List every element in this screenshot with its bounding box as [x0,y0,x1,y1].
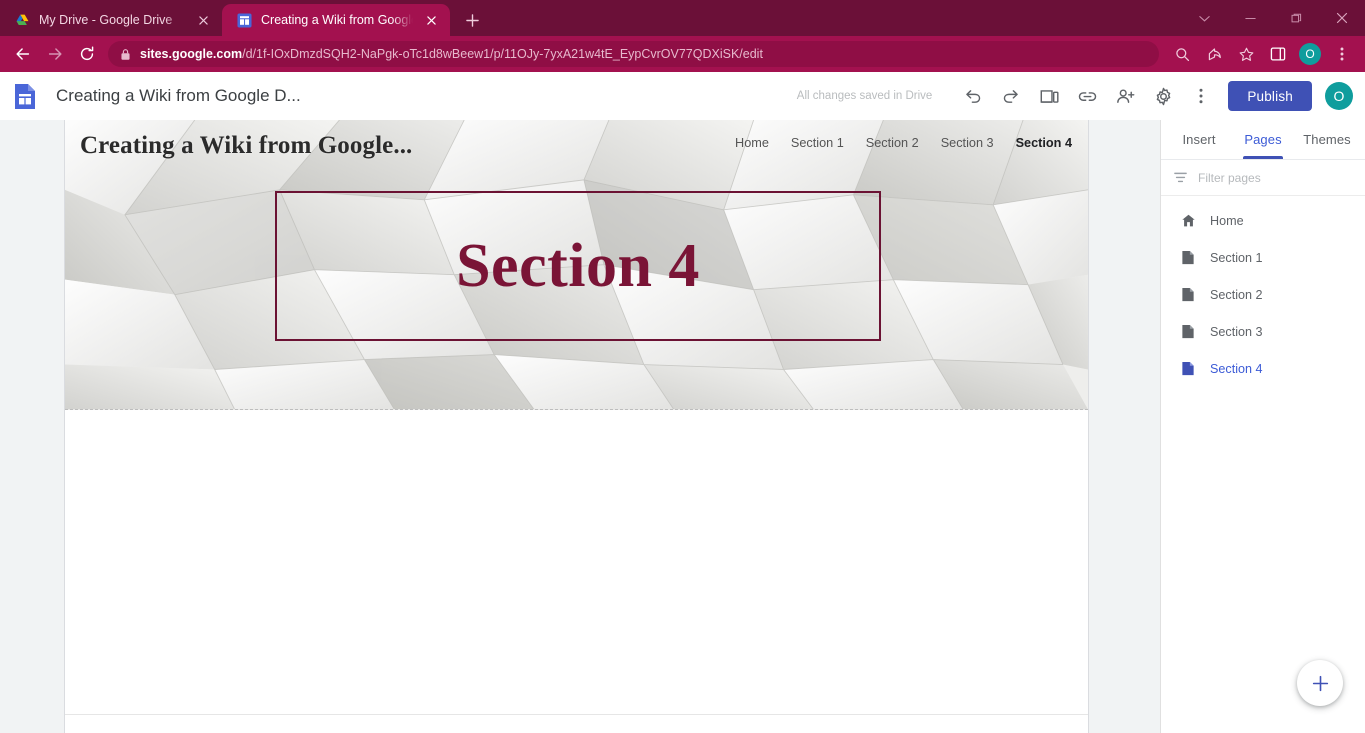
filter-pages-row[interactable]: Filter pages [1161,160,1365,196]
browser-tab-drive[interactable]: My Drive - Google Drive [0,4,222,36]
nav-link-section-3[interactable]: Section 3 [941,136,994,150]
add-page-button[interactable] [1297,660,1343,706]
page-list-item-home[interactable]: Home [1161,202,1365,239]
google-drive-icon [14,12,30,28]
close-icon[interactable] [422,11,440,29]
tab-title: My Drive - Google Drive [39,13,173,27]
page-item-label: Section 2 [1210,287,1263,302]
google-sites-logo-icon[interactable] [14,83,36,110]
page-title[interactable]: Creating a Wiki from Google D... [56,86,301,106]
page-item-label: Section 3 [1210,324,1263,339]
forward-icon[interactable] [40,39,70,69]
close-icon[interactable] [1319,0,1365,36]
site-canvas: Creating a Wiki from Google... Home Sect… [64,120,1089,733]
nav-link-section-4[interactable]: Section 4 [1016,136,1072,150]
search-icon[interactable] [1167,39,1197,69]
three-dot-menu-icon[interactable] [1327,39,1357,69]
page-icon [1181,250,1197,266]
section-heading[interactable]: Section 4 [456,235,700,297]
site-canvas-area: Creating a Wiki from Google... Home Sect… [0,120,1160,733]
tab-insert[interactable]: Insert [1167,120,1231,159]
page-list-item-section-1[interactable]: Section 1 [1161,239,1365,276]
share-with-others-icon[interactable] [1106,77,1144,115]
maximize-icon[interactable] [1273,0,1319,36]
pages-list: Home Section 1 Section 2 Section 3 Secti… [1161,196,1365,733]
site-banner[interactable]: Creating a Wiki from Google... Home Sect… [65,120,1088,410]
nav-link-section-1[interactable]: Section 1 [791,136,844,150]
home-icon [1181,213,1197,229]
page-icon [1181,287,1197,303]
tab-themes[interactable]: Themes [1295,120,1359,159]
address-bar[interactable]: sites.google.com/d/1f-IOxDmzdSQH2-NaPgk-… [108,41,1159,67]
page-item-label: Section 4 [1210,361,1263,376]
save-status: All changes saved in Drive [796,90,933,102]
reload-icon[interactable] [72,39,102,69]
tab-pages[interactable]: Pages [1231,120,1295,159]
filter-icon [1173,170,1188,185]
editor-body: Creating a Wiki from Google... Home Sect… [0,120,1365,733]
url-text: sites.google.com/d/1f-IOxDmzdSQH2-NaPgk-… [140,41,763,67]
publish-button[interactable]: Publish [1228,81,1312,111]
more-options-icon[interactable] [1182,77,1220,115]
side-panel-icon[interactable] [1263,39,1293,69]
url-domain: sites.google.com [140,47,243,61]
page-content-section[interactable] [65,410,1088,715]
copy-link-icon[interactable] [1068,77,1106,115]
page-icon [1181,324,1197,340]
sites-header-bar: Creating a Wiki from Google D... All cha… [0,72,1365,120]
lock-icon [120,48,131,61]
redo-icon[interactable] [992,77,1030,115]
browser-profile-avatar[interactable]: O [1299,43,1321,65]
browser-tab-sites[interactable]: Creating a Wiki from Google Doc [222,4,450,36]
close-icon[interactable] [194,11,212,29]
settings-gear-icon[interactable] [1144,77,1182,115]
page-list-item-section-2[interactable]: Section 2 [1161,276,1365,313]
browser-window: My Drive - Google Drive Creating a Wiki … [0,0,1365,733]
right-side-panel: Insert Pages Themes Filter pages Home Se… [1160,120,1365,733]
page-item-label: Section 1 [1210,250,1263,265]
filter-pages-placeholder: Filter pages [1198,170,1261,185]
site-navigation: Home Section 1 Section 2 Section 3 Secti… [735,136,1072,150]
browser-toolbar: sites.google.com/d/1f-IOxDmzdSQH2-NaPgk-… [0,36,1365,72]
plus-icon [1312,675,1328,691]
chevron-down-icon[interactable] [1181,0,1227,36]
new-tab-button[interactable] [458,6,486,34]
preview-icon[interactable] [1030,77,1068,115]
tab-strip: My Drive - Google Drive Creating a Wiki … [0,0,1365,36]
url-path: /d/1f-IOxDmzdSQH2-NaPgk-oTc1d8wBeew1/p/1… [242,47,763,61]
site-banner-title[interactable]: Creating a Wiki from Google... [80,132,412,160]
toolbar-actions: O [1167,39,1357,69]
bookmark-star-icon[interactable] [1231,39,1261,69]
tab-title: Creating a Wiki from Google Doc [261,13,413,27]
nav-link-home[interactable]: Home [735,136,769,150]
page-list-item-section-4[interactable]: Section 4 [1161,350,1365,387]
back-icon[interactable] [8,39,38,69]
minimize-icon[interactable] [1227,0,1273,36]
share-icon[interactable] [1199,39,1229,69]
panel-tab-bar: Insert Pages Themes [1161,120,1365,160]
page-icon [1181,361,1197,377]
page-item-label: Home [1210,213,1244,228]
google-sites-editor: Creating a Wiki from Google D... All cha… [0,72,1365,733]
google-sites-icon [236,12,252,28]
window-controls [1181,0,1365,36]
page-list-item-section-3[interactable]: Section 3 [1161,313,1365,350]
undo-icon[interactable] [954,77,992,115]
section-title-selection-box[interactable]: Section 4 [275,191,881,341]
account-avatar[interactable]: O [1325,82,1353,110]
nav-link-section-2[interactable]: Section 2 [866,136,919,150]
